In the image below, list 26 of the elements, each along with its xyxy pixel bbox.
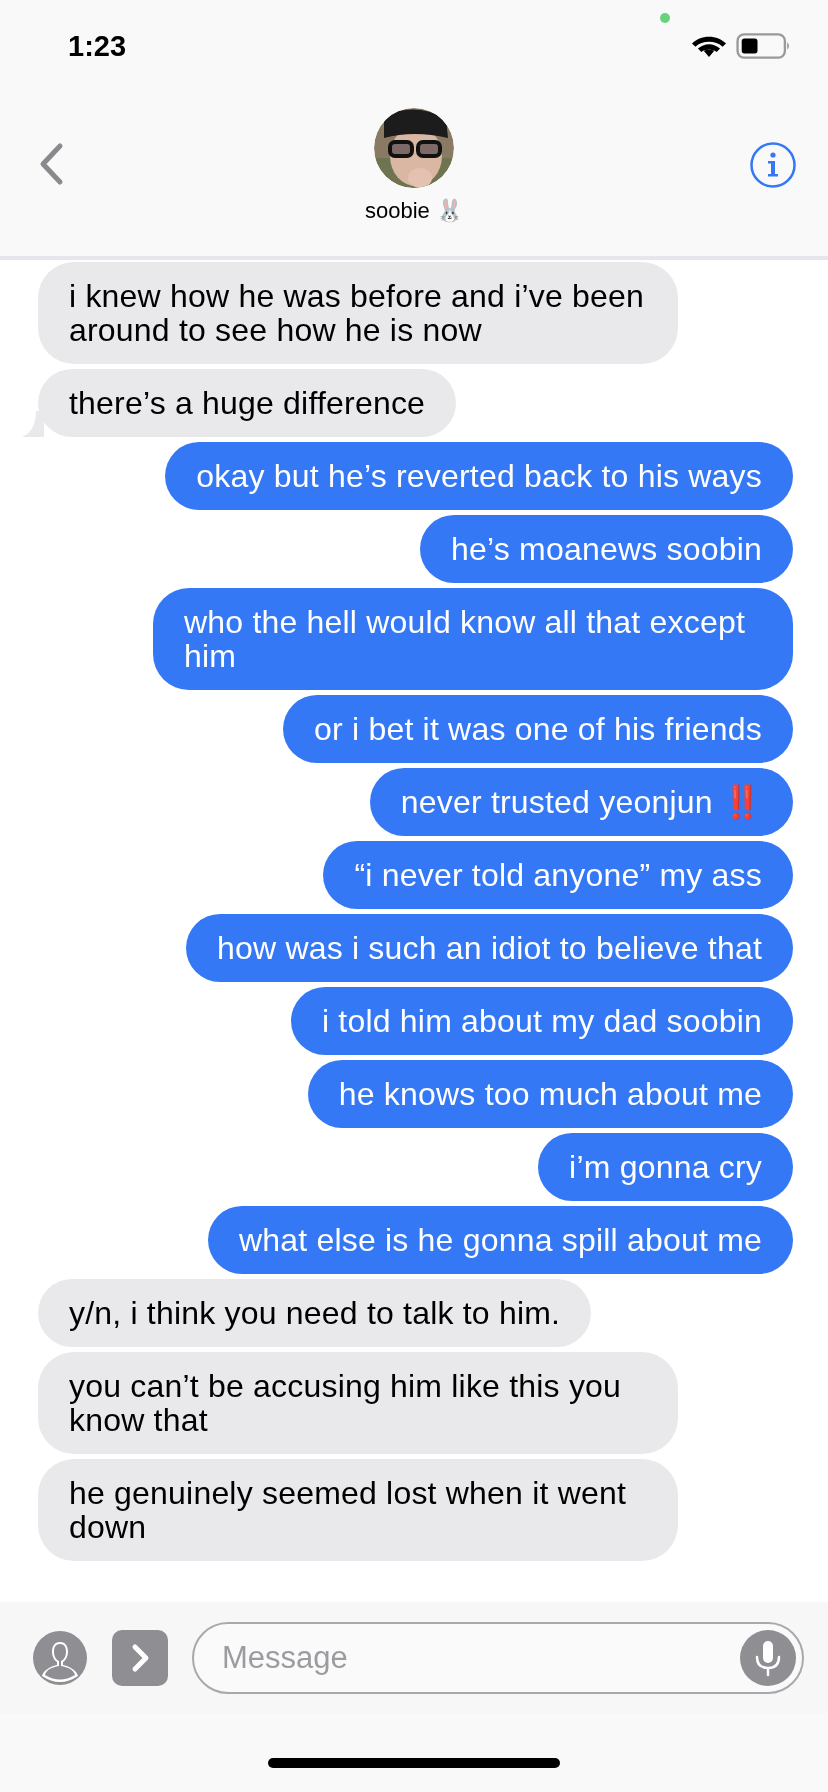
sent-message-bubble: what else is he gonna spill about me [207, 1206, 793, 1274]
apps-icon[interactable] [112, 1630, 168, 1686]
sent-message-bubble: never trusted yeonjun ‼ [369, 768, 793, 836]
sent-message-bubble: who the hell would know all that except him [153, 588, 793, 690]
sent-message-bubble: how was i such an idiot to believe that [186, 914, 793, 982]
contact-icon[interactable] [32, 1630, 88, 1686]
received-message-bubble: you can’t be accusing him like this you know that [38, 1352, 678, 1454]
contact-name[interactable]: soobie 🐰 [365, 198, 463, 224]
camera-indicator-icon [660, 13, 670, 23]
sent-message-bubble: he’s moanews soobin [420, 515, 793, 583]
sent-message-bubble: i’m gonna cry [538, 1133, 793, 1201]
microphone-icon[interactable] [740, 1630, 796, 1686]
back-icon[interactable] [38, 142, 64, 186]
status-time: 1:23 [68, 29, 127, 63]
received-message-bubble: there’s a huge difference [38, 369, 457, 437]
sent-message-bubble: i told him about my dad soobin [290, 987, 793, 1055]
received-message-bubble: he genuinely seemed lost when it went down [38, 1459, 678, 1561]
message-field[interactable]: Message [192, 1622, 804, 1694]
sent-message-bubble: “i never told anyone” my ass [323, 841, 793, 909]
sent-message-bubble: he knows too much about me [307, 1060, 793, 1128]
sent-message-bubble: okay but he’s reverted back to his ways [165, 442, 793, 510]
info-icon[interactable] [750, 142, 796, 188]
received-message-bubble: y/n, i think you need to talk to him. [38, 1279, 592, 1347]
received-message-bubble: i knew how he was before and i’ve been around to see how he is now [38, 262, 678, 364]
battery-icon [736, 33, 792, 59]
sent-message-bubble: or i bet it was one of his friends [283, 695, 793, 763]
